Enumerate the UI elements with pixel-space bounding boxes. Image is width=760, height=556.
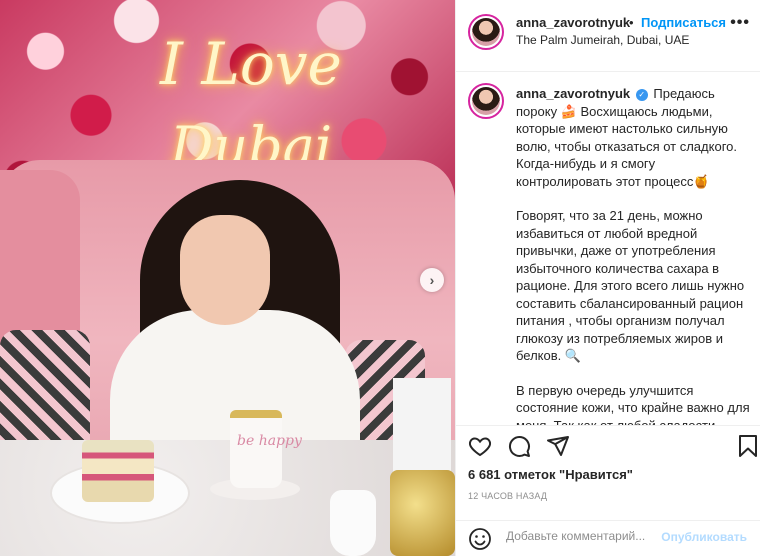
- caption-text-3: В первую очередь улучшится состояние кож…: [516, 382, 750, 426]
- time-ago[interactable]: 12 ЧАСОВ НАЗАД: [468, 491, 547, 501]
- caption-avatar[interactable]: [468, 83, 504, 119]
- caption-username[interactable]: anna_zavorotnyuk: [516, 86, 630, 101]
- location-link[interactable]: The Palm Jumeirah, Dubai, UAE: [516, 33, 689, 47]
- chevron-right-icon: ›: [429, 272, 435, 288]
- avatar[interactable]: [468, 14, 504, 50]
- more-options-icon[interactable]: •••: [730, 14, 750, 32]
- caption-paragraph-2: Говорят, что за 21 день, можно избавитьс…: [516, 207, 751, 365]
- add-comment-bar: Опубликовать: [456, 520, 760, 556]
- share-icon[interactable]: [546, 434, 570, 458]
- avatar-image: [472, 87, 500, 115]
- cake-slice: [82, 440, 154, 502]
- caption-paragraph-3: В первую очередь улучшится состояние кож…: [516, 382, 751, 426]
- action-bar: [456, 425, 760, 465]
- heart-icon[interactable]: [468, 434, 492, 458]
- woman-face: [180, 215, 270, 325]
- header-username[interactable]: anna_zavorotnyuk: [516, 15, 630, 30]
- verified-badge-icon: ✓: [635, 88, 648, 101]
- publish-button[interactable]: Опубликовать: [661, 530, 747, 544]
- avatar-image: [472, 18, 500, 46]
- caption-text-2: Говорят, что за 21 день, можно избавитьс…: [516, 208, 745, 363]
- caption-paragraph-1: anna_zavorotnyuk ✓ Предаюсь пороку 🍰 Вос…: [516, 85, 751, 190]
- post-header: anna_zavorotnyuk • Подписаться The Palm …: [456, 0, 760, 72]
- magnifier-emoji-icon: 🔍: [564, 348, 582, 363]
- gold-pot: [390, 470, 455, 556]
- cup: [230, 410, 282, 488]
- post-photo[interactable]: I Love Dubai be happy ›: [0, 0, 455, 556]
- caption-area[interactable]: anna_zavorotnyuk ✓ Предаюсь пороку 🍰 Вос…: [456, 73, 760, 425]
- cup-text: be happy: [237, 433, 302, 449]
- comment-icon[interactable]: [507, 434, 531, 458]
- smiley-icon[interactable]: [468, 527, 492, 551]
- separator-dot: •: [629, 15, 634, 30]
- milk-jug: [330, 490, 376, 556]
- likes-count[interactable]: 6 681 отметок "Нравится": [468, 467, 633, 482]
- next-photo-button[interactable]: ›: [420, 268, 444, 292]
- bookmark-icon[interactable]: [736, 434, 760, 458]
- follow-button[interactable]: Подписаться: [641, 15, 726, 30]
- post-side-panel: anna_zavorotnyuk • Подписаться The Palm …: [455, 0, 760, 556]
- cake-emoji-icon: 🍰: [560, 103, 577, 119]
- caption-text: anna_zavorotnyuk ✓ Предаюсь пороку 🍰 Вос…: [516, 85, 751, 425]
- comment-input[interactable]: [506, 529, 666, 543]
- white-box: [393, 378, 451, 478]
- honey-emoji-icon: 🍯: [693, 173, 710, 189]
- neon-line-1: I Love: [160, 30, 342, 98]
